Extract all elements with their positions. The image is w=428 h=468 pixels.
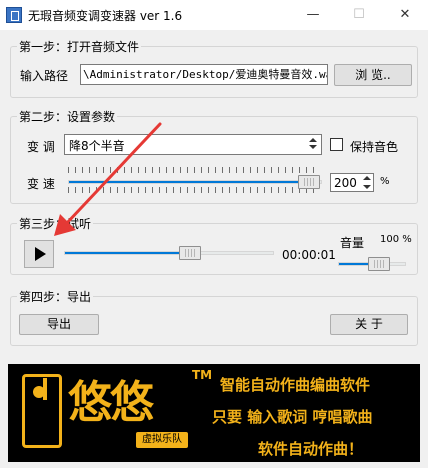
- export-button[interactable]: 导出: [19, 314, 99, 335]
- window-title: 无瑕音频变调变速器 ver 1.6: [28, 9, 183, 23]
- close-button[interactable]: ✕: [382, 0, 428, 30]
- minimize-button[interactable]: —: [290, 0, 336, 30]
- ad-banner[interactable]: 悠悠 TM 虚拟乐队 智能自动作曲编曲软件 只要 输入歌词 哼唱歌曲 软件自动作…: [8, 364, 420, 462]
- step4-legend: 第四步：导出: [17, 288, 94, 305]
- ad-line-3: 软件自动作曲！: [258, 440, 364, 458]
- browse-button[interactable]: 浏 览..: [334, 64, 412, 86]
- ad-line-2: 只要 输入歌词 哼唱歌曲: [212, 408, 373, 426]
- pitch-selected-value: 降8个半音: [69, 139, 125, 153]
- play-button[interactable]: [24, 240, 54, 268]
- speed-slider-ticks: [68, 167, 318, 173]
- title-bar: 无瑕音频变调变速器 ver 1.6 — ☐ ✕: [0, 0, 428, 30]
- about-button[interactable]: 关 于: [330, 314, 408, 335]
- playback-progress-thumb[interactable]: [179, 246, 201, 260]
- updown-arrow-icon: [308, 137, 318, 151]
- speed-slider-thumb[interactable]: [298, 175, 321, 189]
- volume-value: 100 %: [380, 234, 412, 245]
- logo-subtitle: 虚拟乐队: [136, 432, 188, 448]
- app-icon: [6, 7, 22, 23]
- logo-text: 悠悠: [68, 377, 154, 428]
- speed-value: 200: [334, 176, 357, 190]
- logo-trademark: TM: [192, 368, 213, 382]
- music-note-stem: [43, 378, 47, 400]
- keep-timbre-label: 保持音色: [350, 140, 399, 154]
- speed-unit: %: [380, 176, 390, 187]
- speed-slider[interactable]: [68, 180, 322, 184]
- speed-slider-fill: [69, 181, 309, 183]
- playback-progress-fill: [65, 252, 190, 254]
- step1-legend: 第一步：打开音频文件: [17, 38, 142, 55]
- speed-slider-ticks-bottom: [68, 187, 318, 193]
- pitch-label: 变 调: [27, 140, 55, 154]
- volume-slider-thumb[interactable]: [367, 257, 390, 271]
- spin-down-icon[interactable]: [360, 183, 373, 192]
- playback-time: 00:00:01: [282, 248, 336, 262]
- spin-up-icon[interactable]: [360, 174, 373, 183]
- volume-label: 音量: [340, 236, 365, 250]
- speed-spinbox[interactable]: 200: [330, 173, 374, 192]
- keep-timbre-checkbox[interactable]: [330, 138, 343, 151]
- path-input[interactable]: \Administrator/Desktop/爱迪奥特曼音效.wav: [80, 64, 328, 85]
- playback-progress-slider[interactable]: [64, 251, 274, 255]
- path-label: 输入路径: [20, 69, 69, 83]
- speed-label: 变 速: [27, 177, 55, 191]
- maximize-button[interactable]: ☐: [336, 0, 382, 30]
- step2-legend: 第二步：设置参数: [17, 108, 118, 125]
- step3-legend: 第三步：试听: [17, 215, 94, 232]
- ad-line-1: 智能自动作曲编曲软件: [220, 376, 371, 394]
- pitch-select[interactable]: 降8个半音: [64, 134, 322, 155]
- logo-note-frame: [22, 374, 62, 448]
